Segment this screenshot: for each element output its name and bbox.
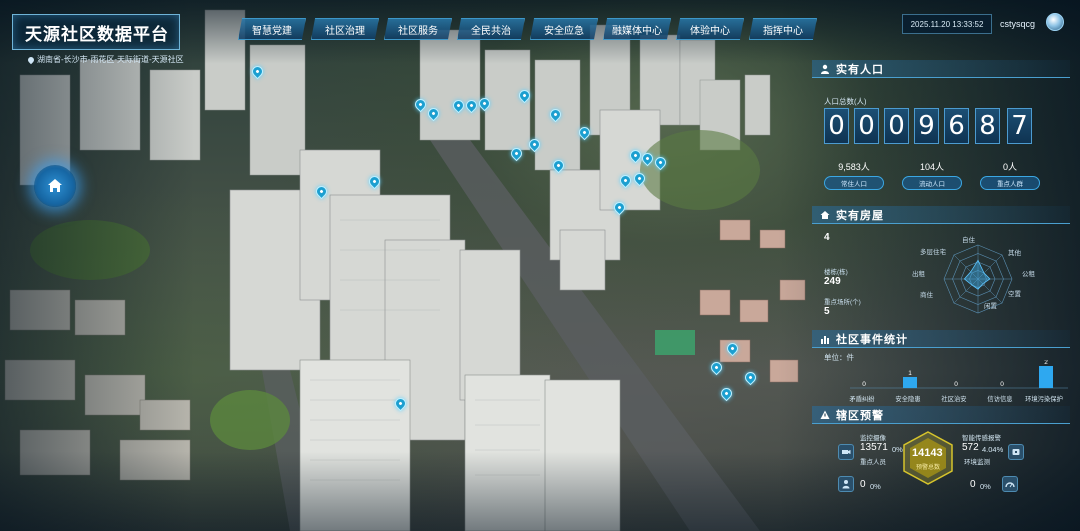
key-population-value: 0人 xyxy=(1002,162,1017,172)
housing-stat-label: 重点场所(个) xyxy=(824,299,861,306)
right-data-panel: 实有人口 人口总数(人) 0 0 0 9 6 8 7 9,583人 常住人口 1… xyxy=(812,56,1074,531)
population-digit: 0 xyxy=(824,108,849,144)
population-section-header: 实有人口 xyxy=(812,60,1070,78)
location-text: 湖南省-长沙市-雨花区-天际街道-天源社区 xyxy=(37,55,184,64)
nav-item-command-center[interactable]: 指挥中心 xyxy=(749,18,817,40)
camera-value: 13571 xyxy=(860,442,888,453)
population-digit: 6 xyxy=(944,108,969,144)
camera-label: 监控摄像 xyxy=(860,435,886,442)
nav-item-emergency[interactable]: 安全应急 xyxy=(530,18,598,40)
housing-stat-value: 4 xyxy=(824,232,830,243)
event-bar-value: 0 xyxy=(954,381,958,388)
event-bar[interactable] xyxy=(903,377,917,388)
camera-icon xyxy=(838,444,854,460)
radar-label: 空置 xyxy=(1008,291,1021,298)
environment-label: 环境监测 xyxy=(964,459,990,466)
resident-population-label: 常住人口 xyxy=(824,176,884,190)
house-icon xyxy=(820,210,830,219)
app-title: 天源社区数据平台 xyxy=(25,24,169,44)
radar-label: 其他 xyxy=(1008,250,1021,257)
population-title: 实有人口 xyxy=(836,63,884,76)
nav-item-media-center[interactable]: 融媒体中心 xyxy=(603,18,671,40)
floating-population: 104人 流动人口 xyxy=(902,160,962,190)
username[interactable]: cstysqcg xyxy=(1000,19,1035,29)
user-avatar[interactable] xyxy=(1046,13,1064,31)
event-category-label: 信访信息 xyxy=(987,396,1013,403)
population-digit: 0 xyxy=(854,108,879,144)
app-title-box: 天源社区数据平台 xyxy=(12,14,180,50)
population-digit: 7 xyxy=(1007,108,1032,144)
datetime-display: 2025.11.20 13:33:52 xyxy=(902,14,992,34)
environment-percent: 0% xyxy=(980,482,991,491)
events-section-header: 社区事件统计 xyxy=(812,330,1070,348)
event-category-label: 安全隐患 xyxy=(895,396,921,403)
population-digit: 9 xyxy=(914,108,939,144)
event-bar[interactable] xyxy=(1039,366,1053,388)
event-bar-value: 0 xyxy=(1000,381,1004,388)
radar-label: 出租 xyxy=(912,271,925,278)
population-digit: 0 xyxy=(884,108,909,144)
environment-value: 0 xyxy=(970,479,976,490)
event-category-label: 环境污染保护 xyxy=(1025,396,1063,403)
housing-stat-value: 5 xyxy=(824,306,830,317)
sensor-icon xyxy=(1008,444,1024,460)
alerts-title: 辖区预警 xyxy=(836,409,884,422)
key-population: 0人 重点人群 xyxy=(980,160,1040,190)
event-category-label: 社区治安 xyxy=(941,396,967,403)
nav-item-party-building[interactable]: 智慧党建 xyxy=(238,18,306,40)
housing-stat-label: 楼栋(栋) xyxy=(824,269,848,276)
floating-population-value: 104人 xyxy=(919,162,945,172)
warning-icon xyxy=(820,410,830,419)
key-persons-label: 重点人员 xyxy=(860,459,886,466)
total-alert-value: 14143 xyxy=(912,447,943,459)
radar-label: 商住 xyxy=(920,292,933,299)
event-bar-value: 0 xyxy=(862,381,866,388)
events-bar-chart: 0 1 0 0 2 xyxy=(850,360,1068,389)
nav-item-experience-center[interactable]: 体验中心 xyxy=(676,18,744,40)
location-breadcrumb: 湖南省-长沙市-雨花区-天际街道-天源社区 xyxy=(26,54,184,65)
population-total-label: 人口总数(人) xyxy=(824,97,867,106)
event-category-label: 矛盾纠纷 xyxy=(849,396,875,403)
resident-population-value: 9,583人 xyxy=(838,162,870,172)
top-nav: 智慧党建 社区治理 社区服务 全民共治 安全应急 融媒体中心 体验中心 指挥中心 xyxy=(238,18,822,40)
radar-label: 多层住宅 xyxy=(920,249,946,256)
person-icon xyxy=(821,64,829,74)
housing-title: 实有房屋 xyxy=(836,209,884,222)
housing-section-header: 实有房屋 xyxy=(812,206,1070,224)
housing-stat: 重点场所(个) 5 xyxy=(824,296,861,317)
bar-chart-icon xyxy=(821,335,829,344)
gauge-icon xyxy=(1002,476,1018,492)
radar-value-area xyxy=(963,259,991,290)
total-alert-label: 预警总数 xyxy=(916,465,941,471)
sensor-label: 智能传感报警 xyxy=(962,435,1001,442)
nav-item-co-governance[interactable]: 全民共治 xyxy=(457,18,525,40)
housing-stat: 楼栋(栋) 249 xyxy=(824,266,848,287)
resident-population: 9,583人 常住人口 xyxy=(824,160,884,190)
home-button[interactable] xyxy=(34,165,76,207)
key-persons-value: 0 xyxy=(860,479,866,490)
location-pin-icon xyxy=(26,55,36,64)
nav-item-governance[interactable]: 社区治理 xyxy=(311,18,379,40)
key-persons-percent: 0% xyxy=(870,482,881,491)
sensor-value: 572 xyxy=(962,442,979,453)
radar-label: 公租 xyxy=(1022,271,1035,278)
nav-item-services[interactable]: 社区服务 xyxy=(384,18,452,40)
radar-label: 自住 xyxy=(962,237,975,244)
key-population-label: 重点人群 xyxy=(980,176,1040,190)
events-title: 社区事件统计 xyxy=(836,333,908,346)
person-alert-icon xyxy=(838,476,854,492)
housing-stat-value: 249 xyxy=(824,276,841,287)
alerts-section-header: 辖区预警 xyxy=(812,406,1070,424)
home-icon xyxy=(48,179,62,192)
housing-stat: 4 xyxy=(824,232,830,243)
sensor-percent: 4.04% xyxy=(982,445,1004,454)
population-digit: 8 xyxy=(975,108,1000,144)
floating-population-label: 流动人口 xyxy=(902,176,962,190)
event-bar-value: 2 xyxy=(1044,360,1048,366)
radar-label: 闲置 xyxy=(984,303,997,310)
event-bar-value: 1 xyxy=(908,370,912,377)
